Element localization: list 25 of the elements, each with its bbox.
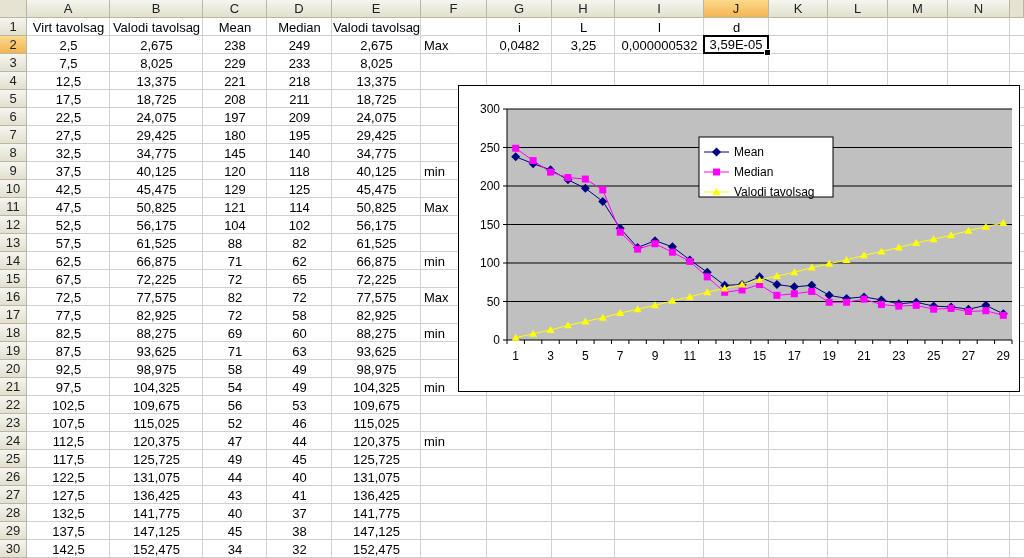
axis-label: 19	[822, 349, 836, 363]
axis-label: 25	[926, 349, 941, 363]
axis-label: 13	[718, 349, 732, 363]
axis-label: 0	[493, 333, 500, 347]
legend-label: Mean	[734, 145, 765, 159]
axis-label: 7	[616, 349, 624, 363]
axis-label: 3	[547, 349, 554, 363]
axis-label: 11	[683, 349, 697, 363]
axis-label: 23	[892, 349, 906, 363]
axis-label: 27	[961, 349, 976, 363]
axis-label: 50	[486, 294, 500, 309]
axis-label: 250	[479, 140, 500, 155]
axis-label: 200	[479, 179, 500, 193]
axis-label: 17	[787, 349, 801, 363]
axis-label: 9	[651, 349, 659, 363]
axis-label: 21	[857, 349, 871, 363]
axis-label: 300	[479, 102, 500, 116]
legend-label: Median	[734, 165, 774, 179]
axis-label: 29	[996, 349, 1010, 363]
axis-label: 15	[752, 349, 767, 363]
axis-label: 5	[582, 349, 589, 363]
axis-label: 1	[512, 349, 520, 363]
legend-label: Valodi tavolsag	[734, 185, 815, 199]
axis-label: 100	[479, 256, 500, 270]
axis-label: 150	[479, 217, 500, 232]
